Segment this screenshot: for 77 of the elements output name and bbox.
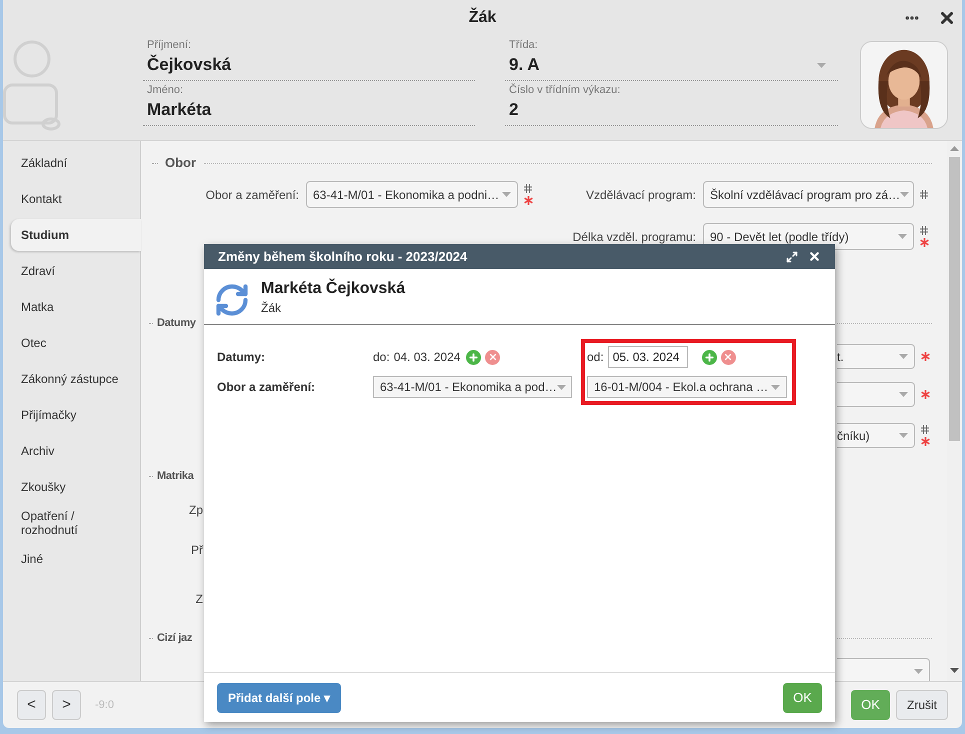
sidebar-tab[interactable]: Otec [3, 325, 140, 361]
date-value: 04. 03. 2024 [394, 349, 460, 366]
sidebar-tab[interactable]: Studium [11, 219, 141, 251]
next-button[interactable]: > [52, 690, 81, 720]
section-heading: Obor [165, 154, 196, 172]
caret-icon [556, 384, 566, 390]
section-heading: Datumy [157, 316, 196, 331]
remove-button[interactable] [720, 350, 736, 364]
field-label: Jméno: [147, 82, 184, 98]
sidebar-tab[interactable]: Zákonný zástupce [3, 361, 140, 397]
field-value: 2 [509, 99, 518, 121]
field-label: Číslo v třídním výkazu: [509, 82, 622, 98]
field-value[interactable]: 9. A [509, 53, 540, 77]
field-label: Obor a zaměření: [217, 379, 316, 396]
close-icon [723, 352, 734, 362]
caret-icon [502, 192, 511, 197]
close-icon[interactable] [938, 9, 956, 27]
select-field[interactable]: Školní vzdělávací program pro zá… [703, 181, 914, 208]
select-field[interactable]: 63-41-M/01 - Ekonomika a pod… [373, 376, 572, 398]
sidebar-tab[interactable]: Zkoušky [3, 469, 140, 505]
add-field-button[interactable]: Přidat další pole ▾ [217, 682, 342, 712]
plus-icon [704, 352, 715, 362]
caret-icon [817, 62, 826, 68]
sidebar-tab[interactable]: Základní [3, 145, 140, 181]
section-heading: Matrika [157, 468, 194, 484]
remove-button[interactable] [485, 350, 500, 364]
select-field[interactable]: t. [837, 344, 915, 369]
select-field[interactable] [837, 658, 930, 681]
sidebar-tab[interactable]: Opatření / rozhodnutí [3, 505, 140, 541]
field-label: Z [196, 591, 203, 608]
sidebar-tab[interactable]: Zdraví [3, 253, 140, 289]
person-name: Markéta Čejkovská [261, 279, 406, 299]
field-value: Markéta [147, 99, 212, 121]
close-icon[interactable] [808, 250, 821, 263]
select-field[interactable]: 16-01-M/004 - Ekol.a ochrana … [587, 376, 787, 398]
refresh-icon [214, 282, 250, 318]
field-label: Vzdělávací program: [584, 186, 696, 204]
dialog-title: Změny během školního roku - 2023/2024 [218, 248, 468, 266]
add-button[interactable] [702, 350, 717, 364]
date-input[interactable]: 05. 03. 2024 [608, 346, 688, 368]
field-label: Délka vzděl. programu: [572, 228, 696, 246]
plus-icon [468, 352, 480, 362]
caret-icon [899, 354, 908, 359]
user-silhouette-icon [3, 40, 61, 132]
caret-icon [898, 234, 907, 239]
sidebar-tab[interactable]: Jiné [3, 541, 140, 577]
select-field[interactable] [837, 382, 915, 407]
field-value: Čejkovská [147, 54, 232, 76]
sidebar-tab[interactable]: Přijímačky [3, 397, 140, 433]
field-label: Př [191, 542, 203, 559]
caret-icon [771, 384, 780, 390]
person-role: Žák [261, 300, 282, 317]
caret-icon [914, 669, 923, 674]
scroll-up-icon[interactable] [950, 146, 959, 151]
add-button[interactable] [466, 350, 482, 364]
date-prefix: do: [373, 349, 390, 366]
sidebar-tab[interactable]: Matka [3, 289, 140, 325]
field-label: Datumy: [217, 349, 266, 366]
cancel-button[interactable]: Zrušit [896, 690, 948, 720]
select-field[interactable]: 63-41-M/01 - Ekonomika a podni… [306, 181, 518, 208]
select-field[interactable]: čníku) [837, 423, 915, 448]
sidebar-tab[interactable]: Archiv [3, 433, 140, 469]
field-label: Příjmení: [147, 38, 192, 52]
section-heading: Cizí jaz [157, 630, 192, 646]
previous-button[interactable]: < [17, 690, 46, 720]
field-label: Třída: [509, 38, 539, 52]
caret-icon [899, 433, 908, 438]
field-label: Zp [188, 502, 203, 519]
scroll-down-icon[interactable] [950, 668, 959, 673]
window-title: Žák [468, 6, 496, 28]
date-prefix: od: [587, 349, 604, 366]
field-label: Obor a zaměření: [204, 186, 299, 204]
sidebar-tab[interactable]: Kontakt [3, 181, 140, 217]
caret-icon [900, 192, 910, 197]
caret-icon [899, 392, 908, 397]
expand-icon[interactable] [786, 250, 798, 262]
close-icon [488, 352, 498, 362]
